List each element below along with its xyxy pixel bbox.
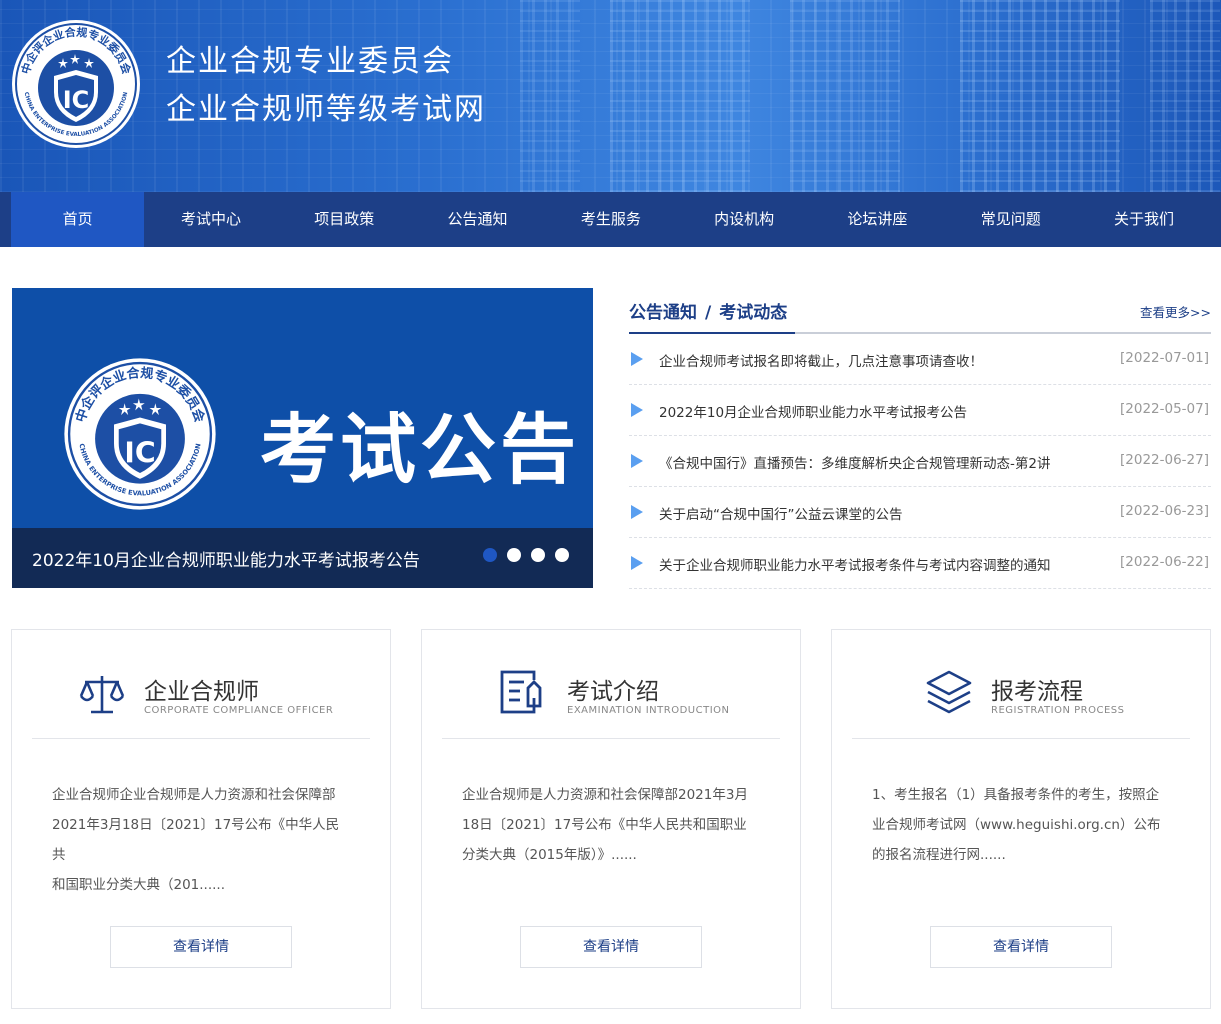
- notice-title[interactable]: 关于企业合规师职业能力水平考试报考条件与考试内容调整的通知: [659, 554, 1051, 574]
- card-compliance-officer: 企业合规师 CORPORATE COMPLIANCE OFFICER 企业合规师…: [11, 629, 391, 1009]
- tab-separator: /: [705, 303, 712, 323]
- notices-tabs: 公告通知 / 考试动态: [629, 298, 787, 323]
- list-item[interactable]: 企业合规师考试报名即将截止，几点注意事项请查收！ [2022-07-01]: [629, 334, 1211, 385]
- slide-dot-4[interactable]: [555, 548, 569, 562]
- view-more-link[interactable]: 查看更多>>: [1140, 302, 1211, 321]
- nav-item-home[interactable]: 首页: [11, 192, 145, 247]
- notices-header: 公告通知 / 考试动态 查看更多>>: [629, 288, 1211, 334]
- site-title-line2: 企业合规师等级考试网: [166, 92, 486, 127]
- card-line: 和国职业分类大典（201......: [52, 877, 226, 893]
- list-item[interactable]: 关于企业合规师职业能力水平考试报考条件与考试内容调整的通知 [2022-06-2…: [629, 538, 1211, 589]
- nav-item-candidate-services[interactable]: 考生服务: [544, 192, 677, 247]
- view-details-button[interactable]: 查看详情: [110, 926, 292, 968]
- card-registration-process: 报考流程 REGISTRATION PROCESS 1、考生报名（1）具备报考条…: [831, 629, 1211, 1009]
- notice-title[interactable]: 企业合规师考试报名即将截止，几点注意事项请查收！: [659, 350, 983, 370]
- view-details-button[interactable]: 查看详情: [520, 926, 702, 968]
- nav-left-edge: [0, 192, 11, 247]
- nav-item-about-us[interactable]: 关于我们: [1077, 192, 1210, 247]
- card-description: 企业合规师企业合规师是人力资源和社会保障部 2021年3月18日〔2021〕17…: [52, 780, 352, 900]
- notice-list: 企业合规师考试报名即将截止，几点注意事项请查收！ [2022-07-01] 20…: [629, 334, 1211, 589]
- card-line: 2021年3月18日〔2021〕17号公布《中华人民共: [52, 817, 340, 863]
- notice-title[interactable]: 2022年10月企业合规师职业能力水平考试报考公告: [659, 401, 967, 421]
- tab-exam-news[interactable]: 考试动态: [719, 303, 787, 323]
- bullet-triangle-icon: [631, 403, 643, 417]
- card-description: 1、考生报名（1）具备报考条件的考生，按照企 业合规师考试网（www.hegui…: [872, 780, 1172, 870]
- card-title: 考试介绍: [567, 679, 659, 705]
- nav-item-exam-center[interactable]: 考试中心: [144, 192, 277, 247]
- card-line: 业合规师考试网（www.heguishi.org.cn）公布: [872, 817, 1161, 833]
- logo-emblem-text: IC: [63, 86, 90, 114]
- notice-date: [2022-06-22]: [1120, 554, 1209, 570]
- card-line: 的报名流程进行网......: [872, 847, 1006, 863]
- card-subtitle: REGISTRATION PROCESS: [991, 705, 1125, 716]
- bullet-triangle-icon: [631, 454, 643, 468]
- banner-slider[interactable]: 中企评企业合规专业委员会 CHINA ENTERPRISE EVALUATION…: [12, 288, 593, 588]
- slide-logo: 中企评企业合规专业委员会 CHINA ENTERPRISE EVALUATION…: [62, 356, 218, 512]
- card-title: 企业合规师: [144, 679, 259, 705]
- layers-icon: [924, 668, 974, 718]
- slide-headline: 考试公告: [260, 405, 580, 494]
- notice-title[interactable]: 《合规中国行》直播预告：多维度解析央企合规管理新动态-第2讲: [659, 452, 1050, 472]
- tab-announcements[interactable]: 公告通知: [629, 303, 697, 323]
- list-item[interactable]: 关于启动“合规中国行”公益云课堂的公告 [2022-06-23]: [629, 487, 1211, 538]
- site-logo[interactable]: 中企评企业合规专业委员会 CHINA ENTERPRISE EVALUATION…: [10, 18, 142, 150]
- card-line: 18日〔2021〕17号公布《中华人民共和国职业: [462, 817, 747, 833]
- slide-dots: [483, 548, 569, 562]
- card-header: 考试介绍 EXAMINATION INTRODUCTION: [442, 630, 780, 739]
- notice-date: [2022-06-23]: [1120, 503, 1209, 519]
- card-header: 报考流程 REGISTRATION PROCESS: [852, 630, 1190, 739]
- view-details-button[interactable]: 查看详情: [930, 926, 1112, 968]
- card-header: 企业合规师 CORPORATE COMPLIANCE OFFICER: [32, 630, 370, 739]
- list-item[interactable]: 《合规中国行》直播预告：多维度解析央企合规管理新动态-第2讲 [2022-06-…: [629, 436, 1211, 487]
- main-nav: 首页 考试中心 项目政策 公告通知 考生服务 内设机构 论坛讲座 常见问题 关于…: [11, 192, 1221, 247]
- site-title: 企业合规专业委员会 企业合规师等级考试网: [166, 38, 486, 134]
- scale-icon: [77, 668, 127, 718]
- card-line: 1、考生报名（1）具备报考条件的考生，按照企: [872, 787, 1160, 803]
- slide-dot-2[interactable]: [507, 548, 521, 562]
- slide-logo-emblem-text: IC: [124, 436, 155, 469]
- card-exam-introduction: 考试介绍 EXAMINATION INTRODUCTION 企业合规师是人力资源…: [421, 629, 801, 1009]
- card-title: 报考流程: [991, 679, 1083, 705]
- slide-caption-bar: 2022年10月企业合规师职业能力水平考试报考公告: [12, 528, 593, 588]
- notice-title[interactable]: 关于启动“合规中国行”公益云课堂的公告: [659, 503, 903, 523]
- bullet-triangle-icon: [631, 505, 643, 519]
- nav-item-project-policy[interactable]: 项目政策: [278, 192, 411, 247]
- notice-date: [2022-06-27]: [1120, 452, 1209, 468]
- slide-dot-3[interactable]: [531, 548, 545, 562]
- nav-item-internal-organs[interactable]: 内设机构: [677, 192, 810, 247]
- bullet-triangle-icon: [631, 352, 643, 366]
- site-header: 中企评企业合规专业委员会 CHINA ENTERPRISE EVALUATION…: [0, 0, 1221, 192]
- notices-panel: 公告通知 / 考试动态 查看更多>> 企业合规师考试报名即将截止，几点注意事项请查收…: [629, 288, 1211, 589]
- card-description: 企业合规师是人力资源和社会保障部2021年3月 18日〔2021〕17号公布《中…: [462, 780, 762, 870]
- nav-item-announcements[interactable]: 公告通知: [411, 192, 544, 247]
- nav-item-forums[interactable]: 论坛讲座: [811, 192, 944, 247]
- notice-date: [2022-07-01]: [1120, 350, 1209, 366]
- card-subtitle: CORPORATE COMPLIANCE OFFICER: [144, 705, 334, 716]
- notice-date: [2022-05-07]: [1120, 401, 1209, 417]
- nav-item-faq[interactable]: 常见问题: [944, 192, 1077, 247]
- card-line: 分类大典（2015年版）》......: [462, 847, 637, 863]
- card-subtitle: EXAMINATION INTRODUCTION: [567, 705, 730, 716]
- document-edit-icon: [498, 668, 548, 718]
- slide-caption[interactable]: 2022年10月企业合规师职业能力水平考试报考公告: [32, 546, 420, 571]
- slide-dot-1[interactable]: [483, 548, 497, 562]
- card-line: 企业合规师企业合规师是人力资源和社会保障部: [52, 787, 336, 803]
- bullet-triangle-icon: [631, 556, 643, 570]
- list-item[interactable]: 2022年10月企业合规师职业能力水平考试报考公告 [2022-05-07]: [629, 385, 1211, 436]
- site-title-line1: 企业合规专业委员会: [166, 44, 454, 79]
- card-line: 企业合规师是人力资源和社会保障部2021年3月: [462, 787, 748, 803]
